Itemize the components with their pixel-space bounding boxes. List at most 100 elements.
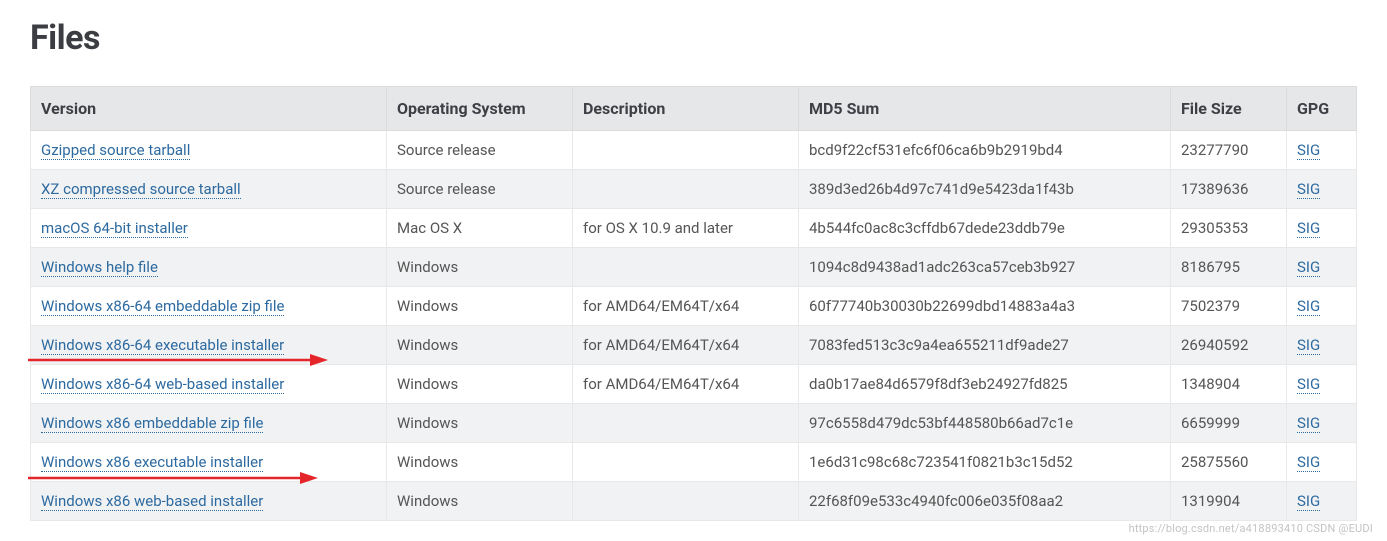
table-row: XZ compressed source tarball Source relea… (31, 170, 1357, 209)
cell-os: Windows (387, 287, 573, 326)
sig-link[interactable]: SIG (1297, 375, 1320, 394)
cell-md5: 4b544fc0ac8c3cffdb67dede23ddb79e (799, 209, 1171, 248)
table-row: Windows x86 web-based installer Windows 22… (31, 482, 1357, 521)
cell-version: Windows x86 embeddable zip file (31, 404, 387, 443)
download-link[interactable]: Windows x86 embeddable zip file (41, 414, 263, 433)
cell-gpg: SIG (1287, 365, 1357, 404)
sig-link[interactable]: SIG (1297, 453, 1320, 472)
cell-os: Windows (387, 326, 573, 365)
table-row: Windows x86-64 embeddable zip file Window… (31, 287, 1357, 326)
download-link[interactable]: macOS 64-bit installer (41, 219, 188, 238)
download-link[interactable]: Windows x86-64 executable installer (41, 336, 284, 355)
cell-md5: 97c6558d479dc53bf448580b66ad7c1e (799, 404, 1171, 443)
col-md5: MD5 Sum (799, 87, 1171, 131)
cell-os: Windows (387, 482, 573, 521)
download-link[interactable]: Windows x86 executable installer (41, 453, 263, 472)
col-size: File Size (1171, 87, 1287, 131)
table-row: Windows help file Windows 1094c8d9438ad1ad… (31, 248, 1357, 287)
cell-gpg: SIG (1287, 170, 1357, 209)
cell-size: 23277790 (1171, 131, 1287, 170)
cell-size: 1348904 (1171, 365, 1287, 404)
cell-description (573, 404, 799, 443)
table-row: macOS 64-bit installer Mac OS Xfor OS X 1… (31, 209, 1357, 248)
cell-version: Windows x86 web-based installer (31, 482, 387, 521)
files-page: Files Version Operating System Descripti… (0, 0, 1387, 541)
cell-size: 29305353 (1171, 209, 1287, 248)
cell-gpg: SIG (1287, 443, 1357, 482)
cell-description (573, 131, 799, 170)
col-gpg: GPG (1287, 87, 1357, 131)
cell-gpg: SIG (1287, 131, 1357, 170)
cell-gpg: SIG (1287, 287, 1357, 326)
cell-description: for AMD64/EM64T/x64 (573, 326, 799, 365)
table-header-row: Version Operating System Description MD5… (31, 87, 1357, 131)
download-link[interactable]: Windows x86-64 embeddable zip file (41, 297, 284, 316)
cell-size: 6659999 (1171, 404, 1287, 443)
cell-description (573, 443, 799, 482)
watermark-text: https://blog.csdn.net/a418893410 CSDN @E… (1129, 522, 1373, 535)
table-row: Gzipped source tarball Source release bcd9… (31, 131, 1357, 170)
col-description: Description (573, 87, 799, 131)
cell-version: Windows x86-64 embeddable zip file (31, 287, 387, 326)
cell-version: Windows x86-64 executable installer (31, 326, 387, 365)
cell-size: 25875560 (1171, 443, 1287, 482)
cell-md5: da0b17ae84d6579f8df3eb24927fd825 (799, 365, 1171, 404)
cell-os: Mac OS X (387, 209, 573, 248)
cell-description: for AMD64/EM64T/x64 (573, 287, 799, 326)
cell-size: 17389636 (1171, 170, 1287, 209)
table-row: Windows x86 embeddable zip file Windows 97… (31, 404, 1357, 443)
cell-description (573, 248, 799, 287)
cell-md5: 22f68f09e533c4940fc006e035f08aa2 (799, 482, 1171, 521)
sig-link[interactable]: SIG (1297, 219, 1320, 238)
sig-link[interactable]: SIG (1297, 414, 1320, 433)
col-version: Version (31, 87, 387, 131)
cell-version: Gzipped source tarball (31, 131, 387, 170)
cell-description (573, 170, 799, 209)
cell-md5: bcd9f22cf531efc6f06ca6b9b2919bd4 (799, 131, 1171, 170)
cell-version: macOS 64-bit installer (31, 209, 387, 248)
sig-link[interactable]: SIG (1297, 141, 1320, 160)
download-link[interactable]: Windows help file (41, 258, 158, 277)
cell-description (573, 482, 799, 521)
sig-link[interactable]: SIG (1297, 492, 1320, 511)
cell-md5: 389d3ed26b4d97c741d9e5423da1f43b (799, 170, 1171, 209)
cell-version: Windows x86 executable installer (31, 443, 387, 482)
col-os: Operating System (387, 87, 573, 131)
sig-link[interactable]: SIG (1297, 180, 1320, 199)
cell-size: 26940592 (1171, 326, 1287, 365)
sig-link[interactable]: SIG (1297, 258, 1320, 277)
cell-os: Windows (387, 248, 573, 287)
cell-md5: 1094c8d9438ad1adc263ca57ceb3b927 (799, 248, 1171, 287)
cell-version: Windows x86-64 web-based installer (31, 365, 387, 404)
cell-size: 8186795 (1171, 248, 1287, 287)
table-row: Windows x86-64 executable installer Windo… (31, 326, 1357, 365)
table-row: Windows x86 executable installer Windows 1… (31, 443, 1357, 482)
cell-size: 1319904 (1171, 482, 1287, 521)
table-row: Windows x86-64 web-based installer Window… (31, 365, 1357, 404)
sig-link[interactable]: SIG (1297, 297, 1320, 316)
cell-gpg: SIG (1287, 482, 1357, 521)
cell-gpg: SIG (1287, 404, 1357, 443)
download-link[interactable]: XZ compressed source tarball (41, 180, 241, 199)
cell-os: Windows (387, 443, 573, 482)
cell-os: Source release (387, 170, 573, 209)
cell-os: Windows (387, 404, 573, 443)
cell-gpg: SIG (1287, 326, 1357, 365)
cell-md5: 1e6d31c98c68c723541f0821b3c15d52 (799, 443, 1171, 482)
cell-description: for AMD64/EM64T/x64 (573, 365, 799, 404)
cell-os: Windows (387, 365, 573, 404)
cell-description: for OS X 10.9 and later (573, 209, 799, 248)
download-link[interactable]: Windows x86 web-based installer (41, 492, 263, 511)
cell-md5: 7083fed513c3c9a4ea655211df9ade27 (799, 326, 1171, 365)
cell-os: Source release (387, 131, 573, 170)
cell-version: Windows help file (31, 248, 387, 287)
cell-size: 7502379 (1171, 287, 1287, 326)
cell-gpg: SIG (1287, 248, 1357, 287)
download-link[interactable]: Gzipped source tarball (41, 141, 190, 160)
page-title: Files (30, 18, 1357, 58)
cell-version: XZ compressed source tarball (31, 170, 387, 209)
sig-link[interactable]: SIG (1297, 336, 1320, 355)
files-table: Version Operating System Description MD5… (30, 86, 1357, 521)
download-link[interactable]: Windows x86-64 web-based installer (41, 375, 284, 394)
cell-md5: 60f77740b30030b22699dbd14883a4a3 (799, 287, 1171, 326)
